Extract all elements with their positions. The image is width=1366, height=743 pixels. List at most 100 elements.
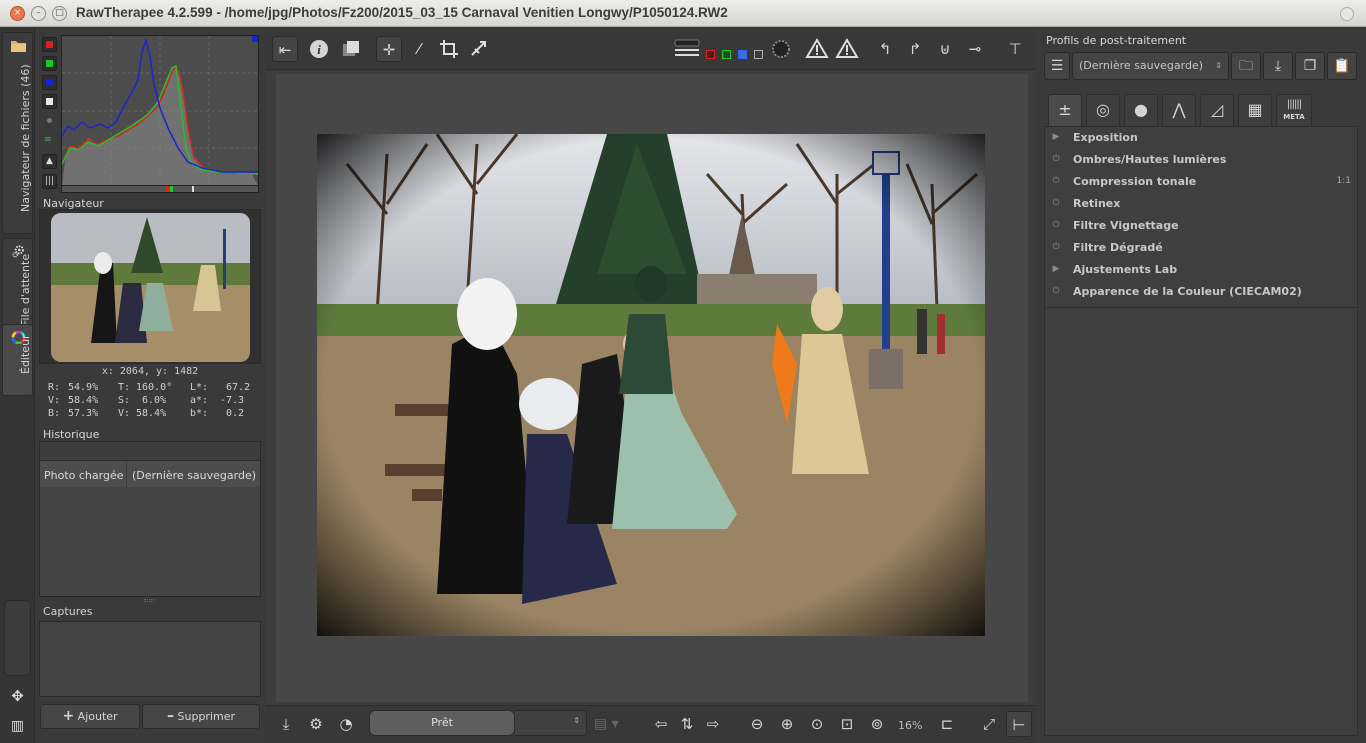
- hide-top-panel-icon[interactable]: ⊤: [1002, 36, 1028, 62]
- rotate-left-icon[interactable]: ↰: [872, 36, 898, 62]
- tab-editor-label: Éditeur: [19, 334, 32, 374]
- tab-transform[interactable]: ◿: [1200, 94, 1234, 126]
- save-profile-icon[interactable]: ⤓: [1263, 52, 1293, 80]
- expander-triangle-icon[interactable]: ▶: [1050, 263, 1062, 275]
- expander-triangle-icon[interactable]: ▶: [1050, 131, 1062, 143]
- send-to-editor-icon[interactable]: ◔: [333, 711, 359, 737]
- shadow-clipping-warning-icon[interactable]: [804, 36, 830, 62]
- history-list[interactable]: Photo chargée (Dernière sauvegarde): [39, 441, 261, 597]
- focus-mask-icon[interactable]: [768, 36, 794, 62]
- tab-details[interactable]: ◎: [1086, 94, 1120, 126]
- flip-horizontal-icon[interactable]: ⊎: [932, 36, 958, 62]
- power-toggle-icon[interactable]: ⏻: [1050, 219, 1062, 231]
- pixel-info-value: 6.0%: [142, 395, 167, 406]
- open-profile-icon[interactable]: 🗀: [1231, 52, 1261, 80]
- preview-blue-toggle[interactable]: [738, 50, 747, 59]
- preview-mode-icon[interactable]: [672, 36, 702, 62]
- before-after-icon[interactable]: [338, 36, 364, 62]
- red-channel-toggle[interactable]: [42, 37, 57, 52]
- zoom-fit-crop-icon[interactable]: ⊡: [834, 711, 860, 737]
- flip-vertical-icon[interactable]: ⊸: [962, 36, 988, 62]
- move-tabs-icon[interactable]: ✥: [4, 682, 31, 710]
- copy-profile-icon[interactable]: ❐: [1295, 52, 1325, 80]
- tool-item[interactable]: ▶ Ajustements Lab: [1045, 259, 1357, 281]
- tab-wavelet[interactable]: ⋀: [1162, 94, 1196, 126]
- tool-item[interactable]: ⏻ Ombres/Hautes lumières: [1045, 149, 1357, 171]
- tool-item[interactable]: ⏻ Retinex: [1045, 193, 1357, 215]
- svg-text:i: i: [317, 42, 321, 57]
- put-in-queue-icon[interactable]: ⚙: [303, 711, 329, 737]
- history-row[interactable]: Photo chargée (Dernière sauvegarde): [40, 461, 260, 487]
- histogram-mode-button[interactable]: ▲: [42, 154, 57, 169]
- window-maximize-button[interactable]: □: [52, 6, 67, 21]
- profile-list-icon[interactable]: ☰: [1044, 52, 1070, 80]
- window-menu-icon[interactable]: [1340, 7, 1354, 21]
- tool-item[interactable]: ▶ Exposition: [1045, 127, 1357, 149]
- power-toggle-icon[interactable]: ⏻: [1050, 153, 1062, 165]
- green-channel-toggle[interactable]: [42, 56, 57, 71]
- intent-selector-icon[interactable]: ▤ ▾: [594, 711, 632, 737]
- tab-color[interactable]: ●: [1124, 94, 1158, 126]
- crop-icon[interactable]: [436, 36, 462, 62]
- power-toggle-icon[interactable]: ⏻: [1050, 175, 1062, 187]
- paste-profile-icon[interactable]: 📋: [1327, 52, 1357, 80]
- white-balance-picker-icon[interactable]: ⁄: [406, 36, 432, 62]
- tool-item[interactable]: ⏻ Compression tonale 1:1: [1045, 171, 1357, 193]
- raw-toggle-icon[interactable]: ≋: [44, 135, 52, 145]
- highlight-clipping-warning-icon[interactable]: [834, 36, 860, 62]
- combo-arrow-icon: ⇕: [1215, 61, 1222, 70]
- chroma-toggle-icon[interactable]: [47, 118, 52, 123]
- hide-left-panel-icon[interactable]: ⇤: [272, 36, 298, 62]
- vertical-tab-bar: Navigateur de fichiers (46) File d'atten…: [0, 28, 35, 743]
- info-icon[interactable]: i: [306, 36, 332, 62]
- straighten-icon[interactable]: [466, 36, 492, 62]
- left-panel-slider[interactable]: [4, 600, 31, 676]
- window-close-button[interactable]: ×: [10, 6, 25, 21]
- output-profile-combo[interactable]: ⇕: [515, 710, 587, 736]
- hide-right-panel-icon[interactable]: ⊢: [1006, 711, 1032, 737]
- preview-luminance-toggle[interactable]: [754, 50, 763, 59]
- previous-image-icon[interactable]: ⇦: [648, 711, 674, 737]
- next-image-icon[interactable]: ⇨: [700, 711, 726, 737]
- power-toggle-icon[interactable]: ⏻: [1050, 241, 1062, 253]
- preview-red-toggle[interactable]: [706, 50, 715, 59]
- image-canvas[interactable]: [276, 74, 1028, 702]
- history-action: Photo chargée: [44, 469, 124, 482]
- tool-item[interactable]: ⏻ Filtre Dégradé: [1045, 237, 1357, 259]
- zoom-100-icon[interactable]: ⊚: [864, 711, 890, 737]
- tab-exposure[interactable]: ±: [1048, 94, 1082, 126]
- tab-editor[interactable]: Éditeur: [2, 324, 33, 396]
- save-image-icon[interactable]: ⤓: [273, 711, 299, 737]
- sync-image-icon[interactable]: ⇅: [674, 711, 700, 737]
- tab-raw[interactable]: ▦: [1238, 94, 1272, 126]
- history-resize-grip[interactable]: [144, 599, 154, 602]
- pixel-info-label: V:: [118, 408, 131, 419]
- luminance-toggle[interactable]: [42, 94, 57, 109]
- preview-green-toggle[interactable]: [722, 50, 731, 59]
- tool-item[interactable]: ⏻ Apparence de la Couleur (CIECAM02): [1045, 281, 1357, 303]
- hand-tool-icon[interactable]: ✛: [376, 36, 402, 62]
- power-toggle-icon[interactable]: ⏻: [1050, 285, 1062, 297]
- zoom-fit-icon[interactable]: ⊙: [804, 711, 830, 737]
- fullscreen-icon[interactable]: ⤢: [976, 711, 1002, 737]
- histogram: [61, 35, 259, 187]
- tool-item[interactable]: ⏻ Filtre Vignettage: [1045, 215, 1357, 237]
- navigator-preview[interactable]: [39, 209, 261, 364]
- zoom-out-icon[interactable]: ⊖: [744, 711, 770, 737]
- window-minimize-button[interactable]: –: [31, 6, 46, 21]
- snapshots-list[interactable]: [39, 621, 261, 697]
- add-snapshot-button[interactable]: + Ajouter: [40, 704, 140, 729]
- blue-channel-toggle[interactable]: [42, 75, 57, 90]
- new-detail-window-icon[interactable]: ⊏: [934, 711, 960, 737]
- tab-file-browser[interactable]: Navigateur de fichiers (46): [2, 32, 33, 234]
- power-toggle-icon[interactable]: ⏻: [1050, 197, 1062, 209]
- profile-combo[interactable]: (Dernière sauvegarde) ⇕: [1072, 52, 1229, 80]
- zoom-in-icon[interactable]: ⊕: [774, 711, 800, 737]
- remove-snapshot-button[interactable]: – Supprimer: [142, 704, 260, 729]
- history-value: (Dernière sauvegarde): [132, 469, 257, 482]
- histogram-bar-toggle[interactable]: |||: [42, 174, 57, 189]
- tool-badge: 1:1: [1336, 176, 1351, 186]
- tab-metadata[interactable]: |||||| META: [1276, 94, 1312, 126]
- rotate-right-icon[interactable]: ↱: [902, 36, 928, 62]
- filmstrip-icon[interactable]: ▥: [4, 714, 31, 738]
